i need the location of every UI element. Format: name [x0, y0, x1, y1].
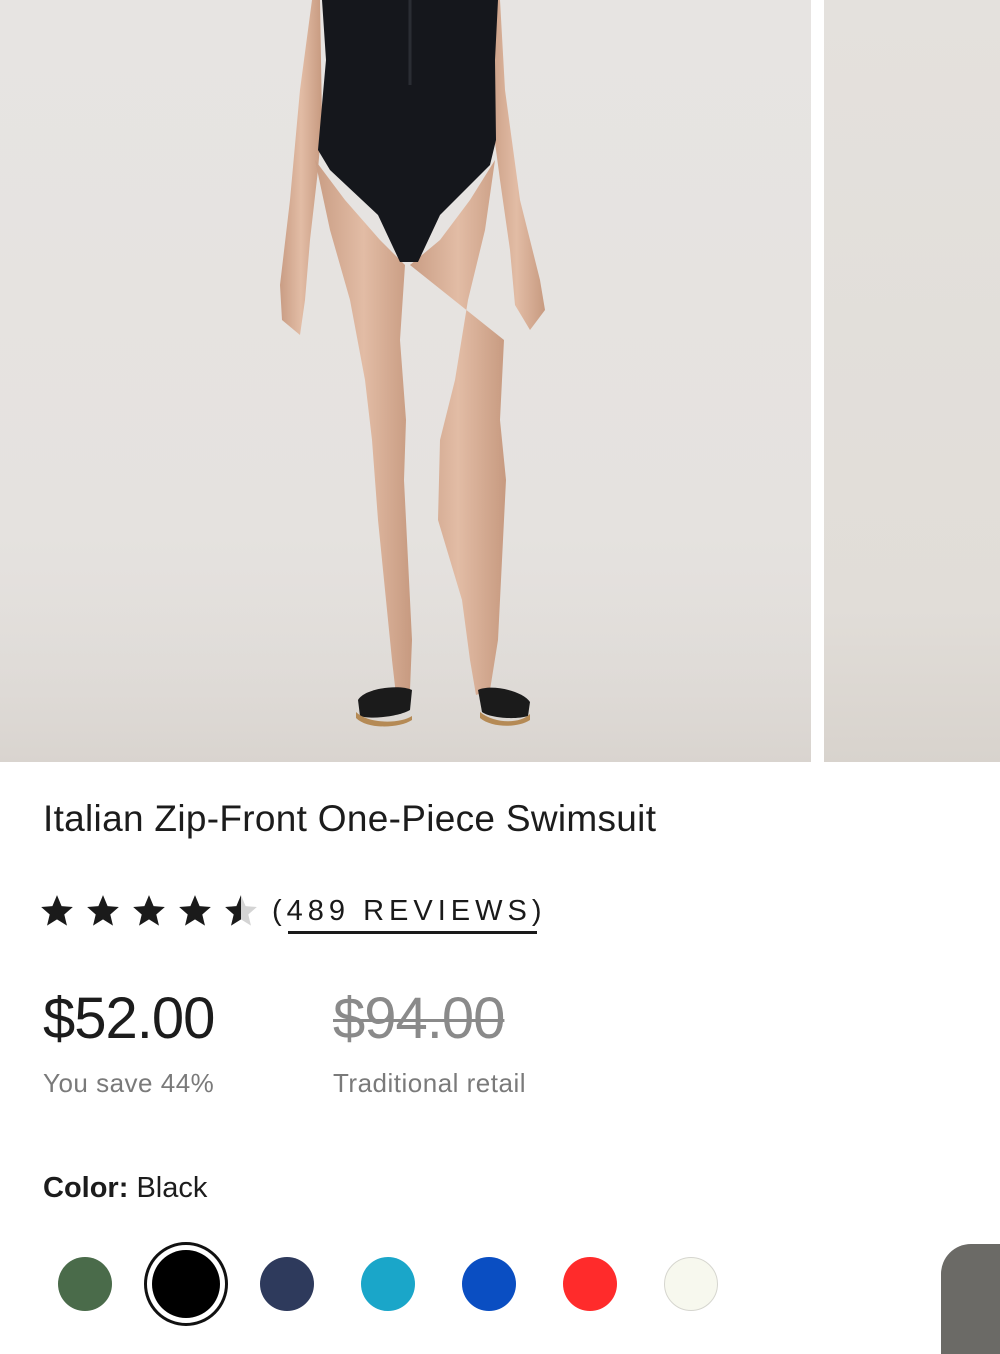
retail-note: Traditional retail: [333, 1068, 527, 1098]
sale-price-block: $52.00 You save 44%: [43, 984, 215, 1099]
model-image: [0, 0, 811, 762]
swatch-green[interactable]: [58, 1257, 112, 1311]
product-photo-main[interactable]: [0, 0, 811, 762]
star-icon: [87, 895, 119, 926]
color-label: Color: Black: [43, 1172, 207, 1205]
image-gallery[interactable]: [0, 0, 1000, 762]
reviews-link[interactable]: (489 REVIEWS): [272, 894, 547, 934]
rating-row: (489 REVIEWS): [38, 886, 547, 936]
swatch-wrap-green: [43, 1242, 127, 1326]
selected-color-name: Black: [136, 1172, 208, 1204]
swatch-black[interactable]: [152, 1250, 220, 1318]
star-icon: [179, 895, 211, 926]
swatch-wrap-ivory: [649, 1242, 733, 1326]
product-info: Italian Zip-Front One-Piece Swimsuit (48…: [0, 762, 1000, 1333]
star-icon: [41, 895, 73, 926]
reviews-count: (489 REVIEWS): [272, 894, 547, 927]
star-rating: [38, 892, 268, 930]
color-label-key: Color:: [43, 1172, 129, 1204]
product-title: Italian Zip-Front One-Piece Swimsuit: [43, 798, 657, 839]
savings-note: You save 44%: [43, 1068, 215, 1098]
swatch-navy[interactable]: [260, 1257, 314, 1311]
half-star-icon: [225, 895, 257, 926]
swatch-wrap-royal-blue: [447, 1242, 531, 1326]
swatch-wrap-turquoise: [346, 1242, 430, 1326]
swatch-ivory[interactable]: [664, 1257, 718, 1311]
color-swatches: [43, 1242, 750, 1326]
reviews-underline: [288, 930, 537, 934]
retail-price: $94.00: [333, 986, 505, 1051]
star-icon: [133, 895, 165, 926]
swatch-turquoise[interactable]: [361, 1257, 415, 1311]
swatch-royal-blue[interactable]: [462, 1257, 516, 1311]
sale-price: $52.00: [43, 986, 215, 1051]
swatch-wrap-navy: [245, 1242, 329, 1326]
chat-button[interactable]: [941, 1244, 1000, 1354]
swatch-red[interactable]: [563, 1257, 617, 1311]
swatch-wrap-black: [144, 1242, 228, 1326]
retail-price-block: $94.00 Traditional retail: [333, 984, 526, 1099]
swatch-wrap-red: [548, 1242, 632, 1326]
product-photo-next[interactable]: [824, 0, 1000, 762]
